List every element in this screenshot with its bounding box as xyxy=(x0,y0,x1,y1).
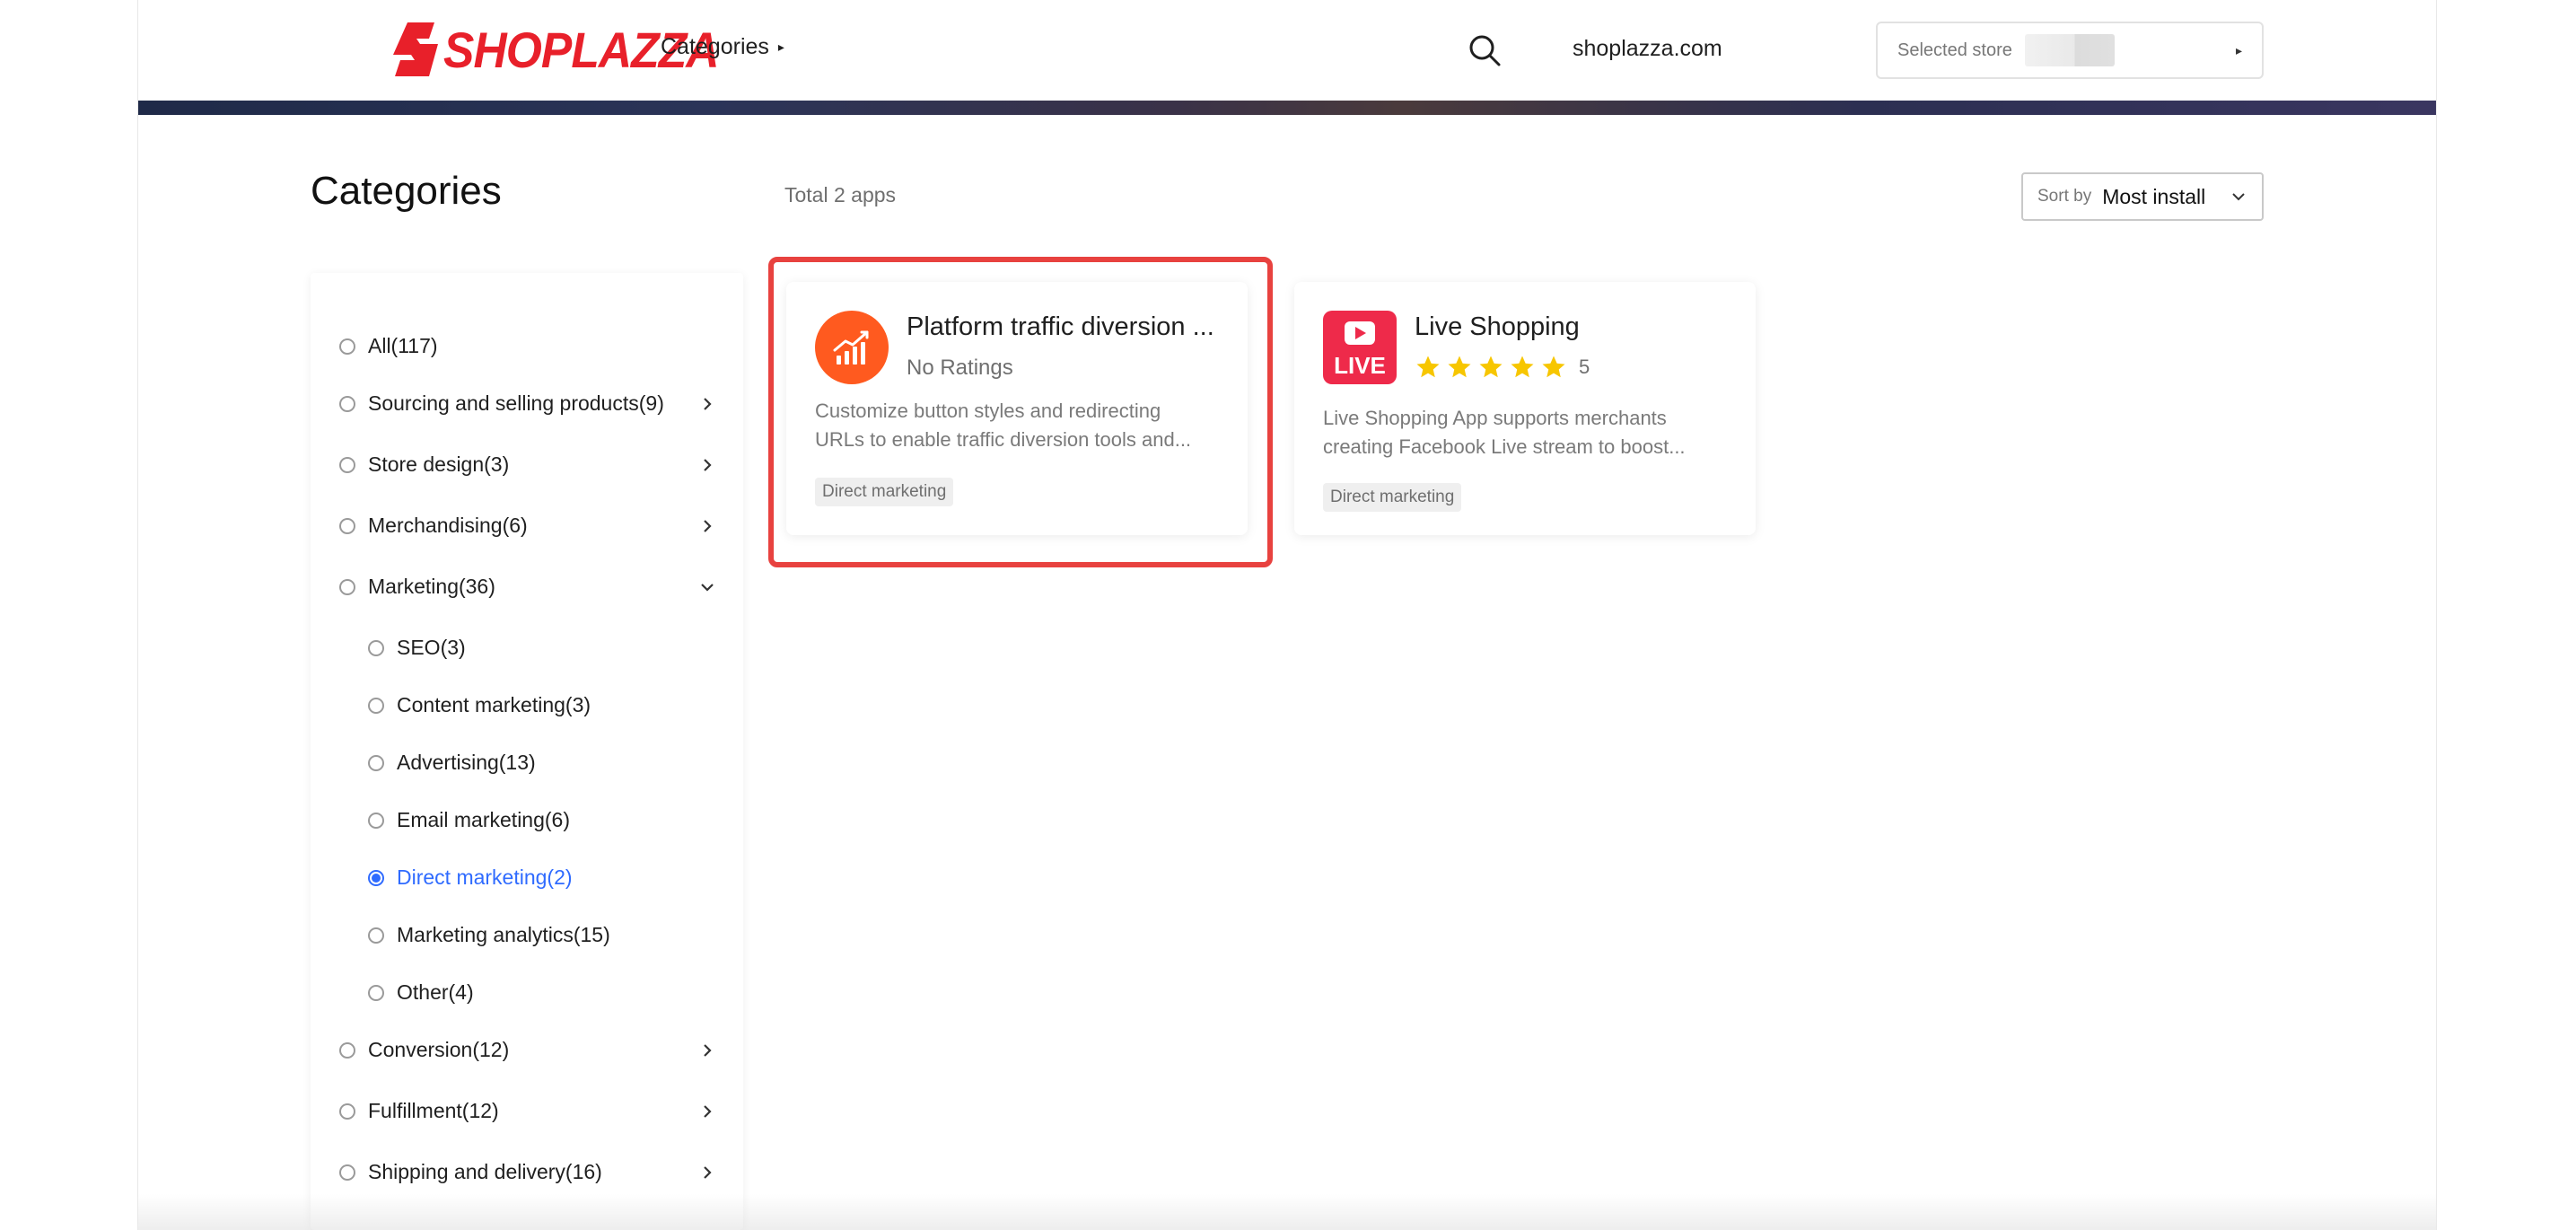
category-radio[interactable] xyxy=(339,1041,355,1059)
store-selector-label: Selected store xyxy=(1897,40,2012,60)
caret-right-icon: ▸ xyxy=(777,40,784,54)
category-radio[interactable] xyxy=(339,338,355,355)
category-radio[interactable] xyxy=(339,395,355,412)
category-label: Sourcing and selling products(9) xyxy=(368,391,664,415)
subcategory-content-marketing[interactable]: Content marketing(3) xyxy=(368,693,716,717)
chevron-down-icon xyxy=(2232,193,2245,201)
category-radio[interactable] xyxy=(368,697,384,714)
app-description-line: Live Shopping App supports merchants xyxy=(1323,407,1667,429)
category-label: Advertising(13) xyxy=(397,751,536,774)
app-title[interactable]: Live Shopping xyxy=(1415,312,1738,342)
domain-text: shoplazza.com xyxy=(1573,36,1722,61)
category-label: Store design(3) xyxy=(368,452,510,476)
star-icon xyxy=(1511,356,1534,378)
category-sourcing[interactable]: Sourcing and selling products(9) xyxy=(339,391,716,416)
store-domain-link[interactable]: shoplazza.com xyxy=(1573,36,1722,62)
bottom-fade xyxy=(138,1194,2436,1230)
app-description: Customize button styles and redirecting … xyxy=(815,397,1219,454)
sort-value: Most install xyxy=(2102,184,2206,208)
page-title: Categories xyxy=(311,169,502,213)
category-label: Other(4) xyxy=(397,980,474,1004)
category-store-design[interactable]: Store design(3) xyxy=(339,452,716,477)
category-label: Email marketing(6) xyxy=(397,808,570,831)
category-radio[interactable] xyxy=(339,1164,355,1181)
app-title[interactable]: Platform traffic diversion ... xyxy=(907,312,1230,342)
category-label: Marketing analytics(15) xyxy=(397,923,610,946)
chevron-right-icon[interactable] xyxy=(698,1164,716,1182)
store-selector[interactable]: Selected store ▸ xyxy=(1876,22,2264,79)
category-radio[interactable] xyxy=(368,927,384,944)
app-description: Live Shopping App supports merchants cre… xyxy=(1323,404,1727,461)
app-rating-text: No Ratings xyxy=(907,356,1013,380)
category-label: Marketing(36) xyxy=(368,575,495,598)
category-merchandising[interactable]: Merchandising(6) xyxy=(339,514,716,538)
rating-value: 5 xyxy=(1579,356,1590,378)
category-marketing[interactable]: Marketing(36) xyxy=(339,575,716,599)
category-shipping-delivery[interactable]: Shipping and delivery(16) xyxy=(339,1160,716,1184)
app-category-tag: Direct marketing xyxy=(815,478,954,506)
star-icon xyxy=(1448,356,1471,378)
header-banner xyxy=(138,101,2436,115)
frame-border-left xyxy=(137,0,138,1230)
category-radio[interactable] xyxy=(339,517,355,534)
chevron-right-icon[interactable] xyxy=(698,517,716,535)
nav-categories-label: Categories xyxy=(661,34,769,59)
app-description-line: URLs to enable traffic diversion tools a… xyxy=(815,428,1192,451)
star-icon xyxy=(1542,356,1565,378)
nav-categories[interactable]: Categories ▸ xyxy=(661,34,784,60)
category-radio[interactable] xyxy=(368,812,384,829)
sort-label: Sort by xyxy=(2037,187,2092,206)
live-icon-text: LIVE xyxy=(1334,352,1386,379)
subcategory-direct-marketing[interactable]: Direct marketing(2) xyxy=(368,865,716,890)
app-card-platform-traffic-diversion[interactable]: Platform traffic diversion ... No Rating… xyxy=(786,282,1248,535)
subcategory-email-marketing[interactable]: Email marketing(6) xyxy=(368,808,716,832)
chevron-right-icon[interactable] xyxy=(698,1103,716,1120)
category-fulfillment[interactable]: Fulfillment(12) xyxy=(339,1099,716,1123)
category-radio[interactable] xyxy=(368,984,384,1001)
category-label: Conversion(12) xyxy=(368,1038,510,1061)
subcategory-marketing-analytics[interactable]: Marketing analytics(15) xyxy=(368,923,716,947)
category-label: Merchandising(6) xyxy=(368,514,528,537)
category-radio[interactable] xyxy=(339,578,355,595)
app-description-line: creating Facebook Live stream to boost..… xyxy=(1323,435,1686,458)
subcategory-advertising[interactable]: Advertising(13) xyxy=(368,751,716,775)
chevron-right-icon[interactable] xyxy=(698,1041,716,1059)
sort-dropdown[interactable]: Sort by Most install xyxy=(2021,172,2264,221)
star-icon xyxy=(1479,356,1503,378)
chart-up-icon xyxy=(815,311,889,384)
chevron-right-icon[interactable] xyxy=(698,456,716,474)
search-icon[interactable] xyxy=(1467,32,1503,68)
app-description-line: Customize button styles and redirecting xyxy=(815,400,1161,422)
category-radio[interactable] xyxy=(339,456,355,473)
category-radio[interactable] xyxy=(339,1103,355,1120)
app-star-rating: 5 xyxy=(1415,354,1590,381)
chevron-right-icon[interactable] xyxy=(698,395,716,413)
category-label: Direct marketing(2) xyxy=(397,865,573,889)
category-all[interactable]: All(117) xyxy=(339,334,716,358)
category-label: SEO(3) xyxy=(397,636,466,659)
star-icon xyxy=(1416,356,1440,378)
live-play-icon: LIVE xyxy=(1323,311,1397,384)
store-name-placeholder xyxy=(2024,34,2115,66)
app-category-tag: Direct marketing xyxy=(1323,483,1462,512)
chevron-down-icon[interactable] xyxy=(698,578,716,596)
category-radio-selected[interactable] xyxy=(368,869,384,886)
total-apps-count: Total 2 apps xyxy=(784,183,897,206)
frame-border-right xyxy=(2436,0,2437,1230)
caret-right-icon: ▸ xyxy=(2235,42,2242,57)
subcategory-seo[interactable]: SEO(3) xyxy=(368,636,716,660)
category-label: Content marketing(3) xyxy=(397,693,591,716)
subcategory-other[interactable]: Other(4) xyxy=(368,980,716,1005)
app-card-live-shopping[interactable]: LIVE Live Shopping 5 Live Shopping App s… xyxy=(1294,282,1756,535)
category-sidebar: All(117) Sourcing and selling products(9… xyxy=(311,273,743,1230)
category-label: Fulfillment(12) xyxy=(368,1099,499,1122)
category-radio[interactable] xyxy=(368,639,384,656)
top-header: SHOPLAZZA Categories ▸ shoplazza.com Sel… xyxy=(138,0,2436,101)
category-label: Shipping and delivery(16) xyxy=(368,1160,602,1183)
shoplazza-logo-icon xyxy=(393,22,438,76)
category-label: All(117) xyxy=(368,334,438,357)
category-conversion[interactable]: Conversion(12) xyxy=(339,1038,716,1062)
category-radio[interactable] xyxy=(368,754,384,771)
